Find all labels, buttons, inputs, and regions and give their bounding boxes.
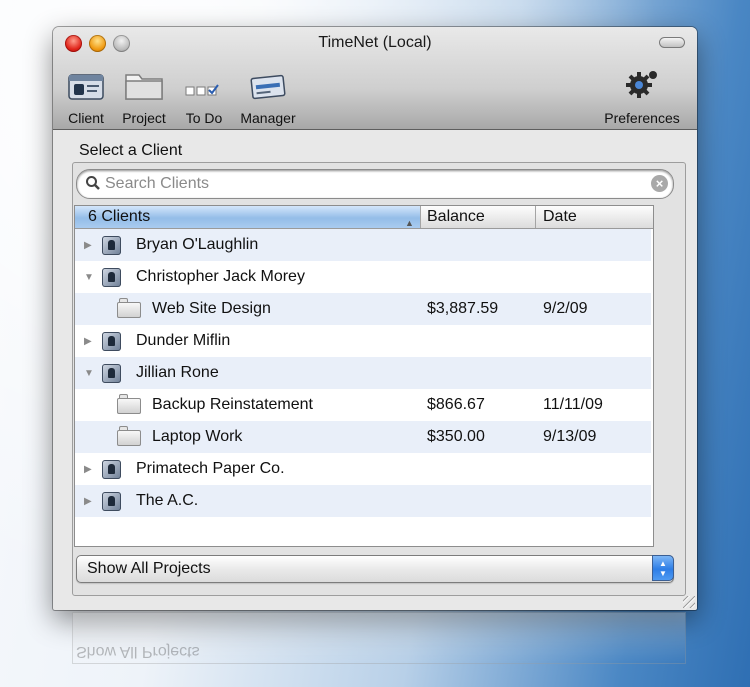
client-card-icon — [66, 67, 106, 107]
client-name: Christopher Jack Morey — [136, 268, 305, 285]
client-icon — [102, 268, 121, 287]
column-divider[interactable] — [420, 206, 421, 228]
manager-card-icon — [247, 67, 289, 107]
client-row[interactable]: ▶ The A.C. — [75, 485, 651, 517]
toolbar-manager-label: Manager — [240, 110, 296, 126]
client-name: Jillian Rone — [136, 364, 219, 381]
disclosure-collapsed-icon[interactable]: ▶ — [84, 336, 92, 347]
toolbar-project-label: Project — [122, 110, 166, 126]
section-label: Select a Client — [79, 142, 183, 159]
column-divider[interactable] — [535, 206, 536, 228]
disclosure-expanded-icon[interactable]: ▼ — [84, 368, 94, 379]
date-cell: 9/13/09 — [543, 428, 597, 445]
toolbar-client-button[interactable]: Client — [66, 67, 106, 126]
checklist-icon — [183, 67, 225, 107]
disclosure-expanded-icon[interactable]: ▼ — [84, 272, 94, 283]
client-name: Primatech Paper Co. — [136, 460, 285, 477]
toolbar-todo-label: To Do — [185, 110, 223, 126]
clients-table: 6 Clients ▲ Balance Date ▶ Bryan O'Laughl… — [74, 205, 654, 547]
project-name: Web Site Design — [152, 300, 271, 317]
project-folder-icon — [117, 298, 141, 318]
column-header-balance[interactable]: Balance — [427, 206, 527, 228]
client-row[interactable]: ▼ Christopher Jack Morey — [75, 261, 651, 293]
vertical-scrollbar[interactable] — [653, 228, 654, 546]
client-icon — [102, 460, 121, 479]
reflection-text: Show All Projects — [76, 643, 200, 660]
folder-icon — [123, 67, 165, 107]
column-header-clients[interactable]: 6 Clients ▲ — [75, 206, 420, 228]
client-name: Bryan O'Laughlin — [136, 236, 259, 253]
client-icon — [102, 492, 121, 511]
app-window: TimeNet (Local) Client Project To Do Man… — [53, 27, 697, 610]
gear-icon — [621, 67, 663, 107]
toolbar-manager-button[interactable]: Manager — [237, 67, 299, 126]
toolbar-project-button[interactable]: Project — [119, 67, 169, 126]
updown-arrows-icon: ▲ ▼ — [652, 555, 674, 581]
balance-cell: $3,887.59 — [427, 300, 499, 317]
balance-cell: $866.67 — [427, 396, 485, 413]
column-header-date[interactable]: Date — [543, 206, 643, 228]
date-cell: 11/11/09 — [543, 396, 603, 413]
client-row[interactable]: ▶ Bryan O'Laughlin — [75, 229, 651, 261]
toolbar-preferences-button[interactable]: Preferences — [599, 67, 685, 126]
resize-grip-icon[interactable] — [683, 596, 695, 608]
project-row[interactable]: Web Site Design $3,887.59 9/2/09 — [75, 293, 651, 325]
balance-cell: $350.00 — [427, 428, 485, 445]
project-filter-popup[interactable]: Show All Projects ▲ ▼ — [76, 555, 674, 583]
client-name: The A.C. — [136, 492, 199, 509]
column-header-date-label: Date — [543, 208, 577, 225]
search-icon — [85, 175, 101, 196]
search-input[interactable] — [103, 173, 647, 195]
project-row[interactable]: Laptop Work $350.00 9/13/09 — [75, 421, 651, 453]
client-name: Dunder Miflin — [136, 332, 231, 349]
client-icon — [102, 364, 121, 383]
disclosure-collapsed-icon[interactable]: ▶ — [84, 240, 92, 251]
project-name: Laptop Work — [152, 428, 243, 445]
client-row[interactable]: ▼ Jillian Rone — [75, 357, 651, 389]
clear-search-icon[interactable]: × — [651, 175, 668, 192]
column-header-balance-label: Balance — [427, 208, 485, 225]
project-folder-icon — [117, 394, 141, 414]
disclosure-collapsed-icon[interactable]: ▶ — [84, 464, 92, 475]
client-icon — [102, 332, 121, 351]
client-row[interactable]: ▶ Dunder Miflin — [75, 325, 651, 357]
window-title: TimeNet (Local) — [318, 34, 432, 51]
toolbar: TimeNet (Local) Client Project To Do Man… — [53, 27, 697, 130]
date-cell: 9/2/09 — [543, 300, 588, 317]
project-row[interactable]: Backup Reinstatement $866.67 11/11/09 — [75, 389, 651, 421]
project-name: Backup Reinstatement — [152, 396, 313, 413]
client-icon — [102, 236, 121, 255]
toolbar-toggle-button[interactable] — [659, 37, 685, 48]
toolbar-todo-button[interactable]: To Do — [181, 67, 227, 126]
disclosure-collapsed-icon[interactable]: ▶ — [84, 496, 92, 507]
window-reflection: Show All Projects — [53, 612, 697, 687]
search-field[interactable]: × — [76, 169, 674, 199]
table-header: 6 Clients ▲ Balance Date — [75, 206, 653, 229]
column-header-clients-label: 6 Clients — [88, 208, 151, 225]
project-filter-value: Show All Projects — [87, 560, 211, 577]
client-row[interactable]: ▶ Primatech Paper Co. — [75, 453, 651, 485]
header-corner — [653, 206, 654, 229]
toolbar-client-label: Client — [68, 110, 104, 126]
toolbar-preferences-label: Preferences — [604, 110, 680, 126]
project-folder-icon — [117, 426, 141, 446]
